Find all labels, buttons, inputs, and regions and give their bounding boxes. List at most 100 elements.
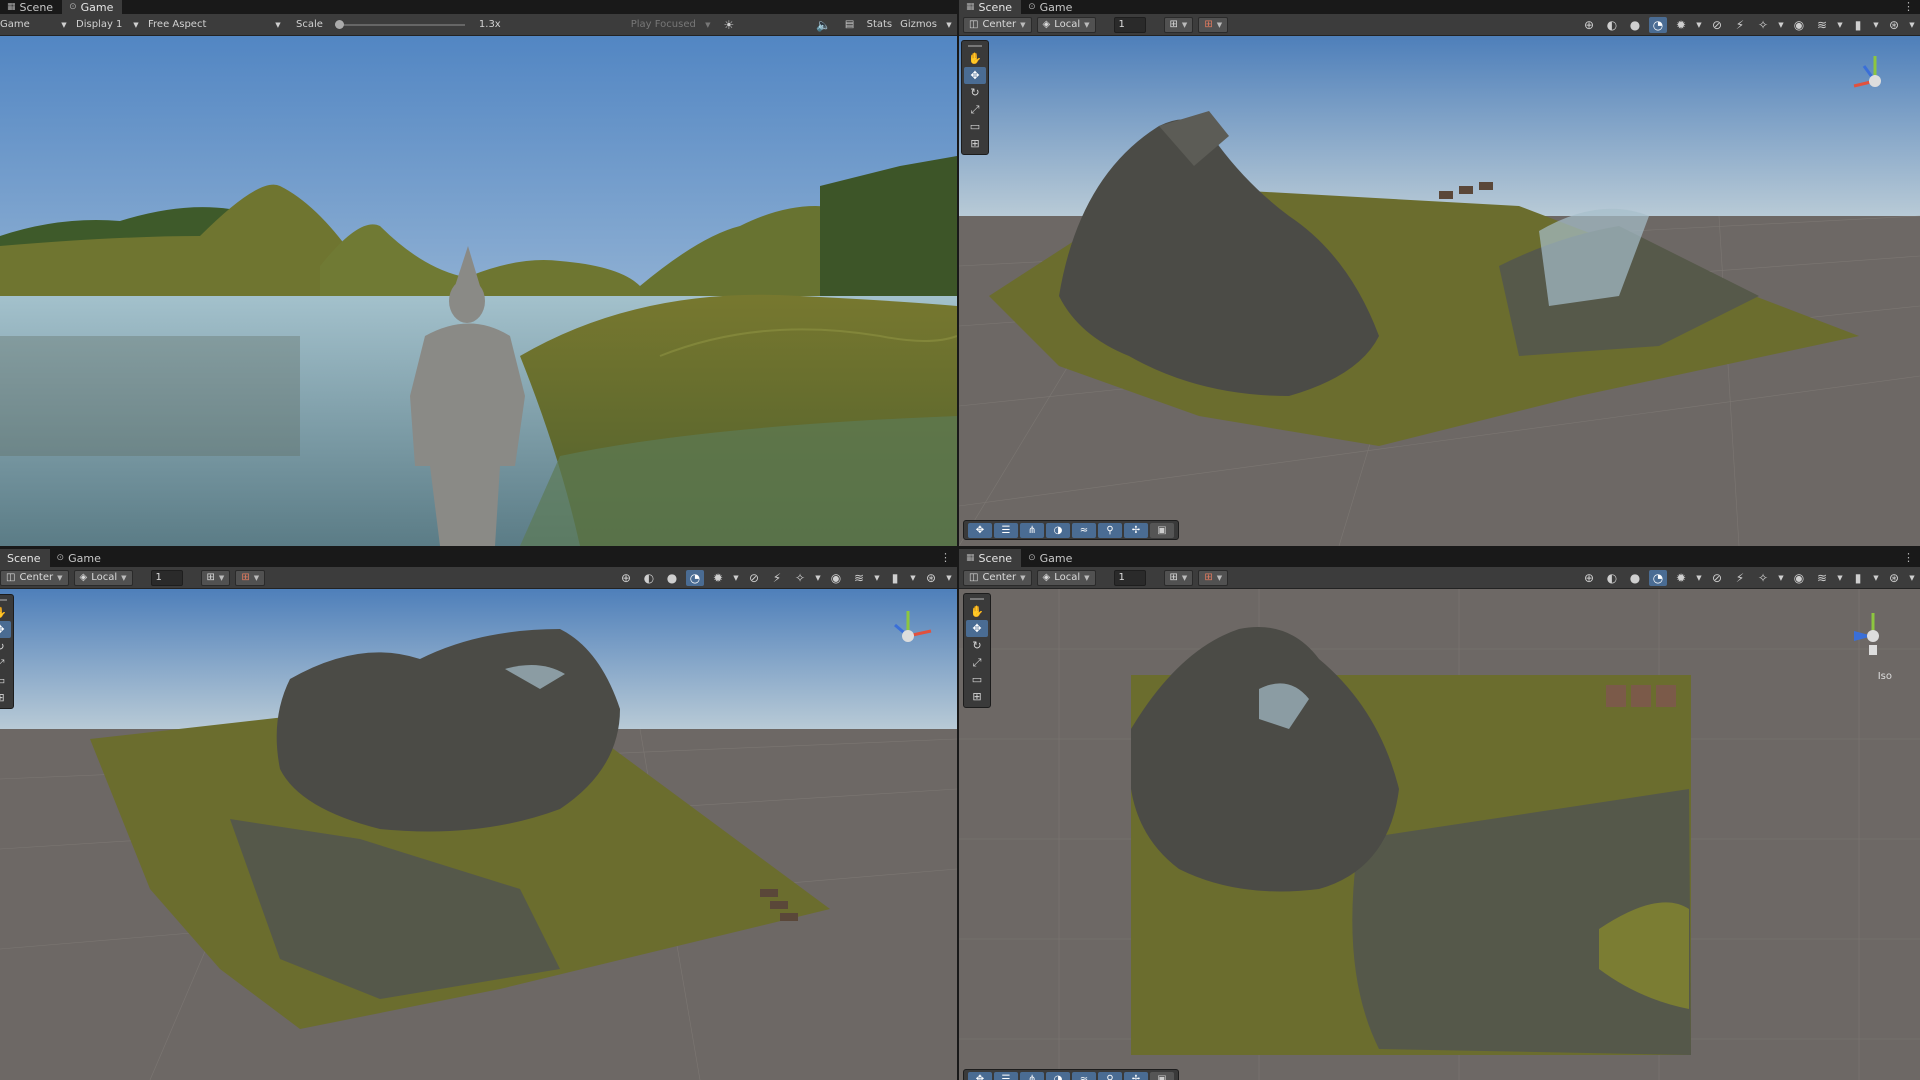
- transform-tool-icon[interactable]: ⊞: [0, 689, 11, 706]
- more-options-icon[interactable]: ⋮: [940, 549, 951, 567]
- move-tool-icon[interactable]: ✥: [966, 620, 988, 637]
- fx-icon[interactable]: ✧: [791, 570, 809, 586]
- stats-button[interactable]: Stats: [867, 19, 893, 30]
- sky-icon[interactable]: ◑: [1046, 1071, 1070, 1080]
- tab-game[interactable]: ⊙ Game: [50, 549, 110, 567]
- keyboard-icon[interactable]: ▤: [841, 17, 859, 33]
- gizmos-icon[interactable]: ⊛: [922, 570, 940, 586]
- shaded-wireframe-icon[interactable]: ◐: [1603, 570, 1621, 586]
- water-icon[interactable]: ≈: [1072, 1071, 1096, 1080]
- layers-icon[interactable]: ≋: [1813, 17, 1831, 33]
- increment-snap-dropdown[interactable]: ⊞ ▼: [1198, 569, 1229, 586]
- hand-tool-icon[interactable]: ✋: [0, 604, 11, 621]
- rotate-tool-icon[interactable]: ↻: [966, 637, 988, 654]
- play-focused-dropdown[interactable]: Play Focused: [631, 19, 696, 30]
- globe-icon[interactable]: ⊕: [1580, 570, 1598, 586]
- camera-icon[interactable]: ▮: [886, 570, 904, 586]
- transform-tool-icon[interactable]: ⊞: [964, 135, 986, 152]
- display-mode-dropdown[interactable]: Game: [0, 19, 58, 30]
- visibility-icon[interactable]: ◉: [1790, 570, 1808, 586]
- camera-icon[interactable]: ▮: [1849, 570, 1867, 586]
- visibility-icon[interactable]: ◉: [827, 570, 845, 586]
- increment-snap-dropdown[interactable]: ⊞ ▼: [235, 569, 266, 586]
- fx-icon[interactable]: ✧: [1754, 570, 1772, 586]
- tab-game[interactable]: ⊙ Game: [1021, 0, 1081, 14]
- pivot-dropdown[interactable]: ◫ Center ▼: [0, 569, 69, 586]
- scene-viewport-1[interactable]: [959, 36, 1920, 546]
- audio-mute-icon[interactable]: ⊘: [745, 570, 763, 586]
- scene-viewport-2[interactable]: [0, 589, 957, 1080]
- grass-icon[interactable]: ⋔: [1020, 522, 1044, 538]
- gizmos-button[interactable]: Gizmos: [900, 19, 937, 30]
- move-icon[interactable]: ✥: [968, 522, 992, 538]
- more-options-icon[interactable]: ⋮: [1903, 0, 1914, 14]
- shaded-icon[interactable]: ●: [1626, 570, 1644, 586]
- water-icon[interactable]: ≈: [1072, 522, 1096, 538]
- transform-tool-icon[interactable]: ⊞: [966, 688, 988, 705]
- snap-increment-field[interactable]: 1: [1113, 16, 1146, 33]
- effects-icon[interactable]: ⚡: [1731, 570, 1749, 586]
- sky-icon[interactable]: ◑: [1046, 522, 1070, 538]
- grid-snap-dropdown[interactable]: ⊞ ▼: [1163, 569, 1194, 586]
- camera-icon[interactable]: ▮: [1849, 17, 1867, 33]
- orientation-gizmo[interactable]: [1838, 601, 1908, 671]
- globe-icon[interactable]: ⊕: [617, 570, 635, 586]
- audio-mute-icon[interactable]: ⊘: [1708, 570, 1726, 586]
- sun-icon[interactable]: ☀: [720, 17, 738, 33]
- effects-icon[interactable]: ⚡: [1731, 17, 1749, 33]
- pivot-dropdown[interactable]: ◫ Center ▼: [963, 569, 1032, 586]
- increment-snap-dropdown[interactable]: ⊞ ▼: [1198, 16, 1229, 33]
- tab-scene[interactable]: Scene: [0, 549, 50, 567]
- search-icon[interactable]: ⚲: [1098, 522, 1122, 538]
- move-tool-icon[interactable]: ✥: [964, 67, 986, 84]
- visibility-icon[interactable]: ◉: [1790, 17, 1808, 33]
- lighting-icon[interactable]: ✹: [1672, 17, 1690, 33]
- tab-scene[interactable]: ▦ Scene: [0, 0, 62, 14]
- tab-scene[interactable]: ▦ Scene: [959, 0, 1022, 14]
- rect-tool-icon[interactable]: ▭: [0, 672, 11, 689]
- camera-icon[interactable]: ▣: [1150, 522, 1174, 538]
- snap-increment-field[interactable]: 1: [1113, 569, 1146, 586]
- snap-increment-field[interactable]: 1: [150, 569, 183, 586]
- render-mode-icon[interactable]: ◔: [1649, 16, 1667, 33]
- tab-game[interactable]: ⊙ Game: [62, 0, 123, 14]
- rect-tool-icon[interactable]: ▭: [964, 118, 986, 135]
- scale-tool-icon[interactable]: ⤢: [964, 101, 986, 118]
- shaded-icon[interactable]: ●: [1626, 17, 1644, 33]
- fx-icon[interactable]: ✧: [1754, 17, 1772, 33]
- shaded-wireframe-icon[interactable]: ◐: [640, 570, 658, 586]
- grass-icon[interactable]: ⋔: [1020, 1071, 1044, 1080]
- audio-mute-icon[interactable]: ⊘: [1708, 17, 1726, 33]
- iso-label[interactable]: Iso: [1878, 671, 1892, 682]
- tab-scene[interactable]: ▦ Scene: [959, 549, 1022, 567]
- scene-viewport-3[interactable]: [959, 589, 1920, 1080]
- hand-tool-icon[interactable]: ✋: [964, 50, 986, 67]
- effects-icon[interactable]: ⚡: [768, 570, 786, 586]
- scale-slider-knob[interactable]: [334, 19, 344, 29]
- terrain-icon[interactable]: ☰: [994, 1071, 1018, 1080]
- more-options-icon[interactable]: ⋮: [1903, 549, 1914, 567]
- move-icon[interactable]: ✥: [968, 1071, 992, 1080]
- shaded-icon[interactable]: ●: [663, 570, 681, 586]
- rotate-tool-icon[interactable]: ↻: [964, 84, 986, 101]
- render-mode-icon[interactable]: ◔: [686, 569, 704, 586]
- scale-slider[interactable]: [334, 19, 465, 29]
- move-tool-icon[interactable]: ✥: [0, 621, 11, 638]
- layers-icon[interactable]: ≋: [850, 570, 868, 586]
- pivot-dropdown[interactable]: ◫ Center ▼: [963, 16, 1032, 33]
- space-dropdown[interactable]: ◈ Local ▼: [1036, 569, 1096, 586]
- rect-tool-icon[interactable]: ▭: [966, 671, 988, 688]
- grid-snap-dropdown[interactable]: ⊞ ▼: [1163, 16, 1194, 33]
- speaker-icon[interactable]: 🔈: [815, 17, 833, 33]
- render-mode-icon[interactable]: ◔: [1649, 569, 1667, 586]
- shaded-wireframe-icon[interactable]: ◐: [1603, 17, 1621, 33]
- game-viewport[interactable]: [0, 36, 957, 546]
- search-icon[interactable]: ⚲: [1098, 1071, 1122, 1080]
- gizmos-icon[interactable]: ⊛: [1885, 17, 1903, 33]
- terrain-icon[interactable]: ☰: [994, 522, 1018, 538]
- aspect-dropdown[interactable]: Free Aspect: [148, 19, 272, 30]
- pivot-icon[interactable]: ✢: [1124, 1071, 1148, 1080]
- tab-game[interactable]: ⊙ Game: [1021, 549, 1081, 567]
- layers-icon[interactable]: ≋: [1813, 570, 1831, 586]
- globe-icon[interactable]: ⊕: [1580, 17, 1598, 33]
